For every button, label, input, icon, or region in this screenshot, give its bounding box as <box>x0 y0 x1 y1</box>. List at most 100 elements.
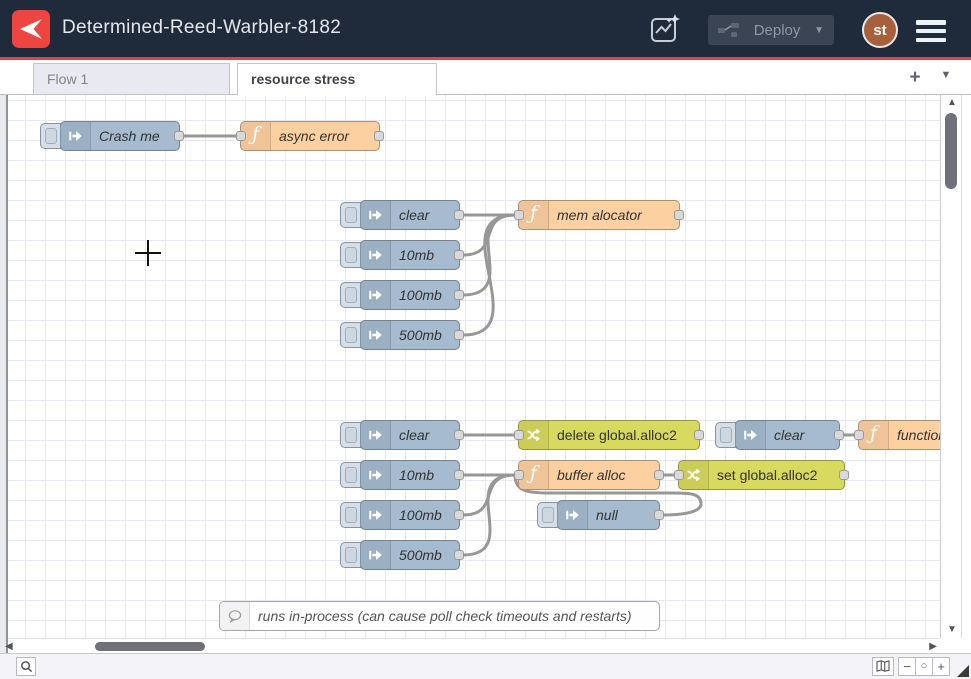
output-port[interactable] <box>454 470 464 480</box>
node-10mb-2[interactable]: 10mb <box>360 460 460 490</box>
palette-edge <box>0 95 8 653</box>
input-port[interactable] <box>514 430 524 440</box>
node-label: async error <box>271 122 357 150</box>
output-port[interactable] <box>454 290 464 300</box>
node-label: Crash me <box>91 122 168 150</box>
inject-icon-region <box>361 201 391 229</box>
output-port[interactable] <box>454 550 464 560</box>
node-function-1[interactable]: ƒfunction <box>858 420 940 450</box>
output-port[interactable] <box>839 470 849 480</box>
input-port[interactable] <box>236 131 246 141</box>
inject-icon-region <box>361 461 391 489</box>
input-port[interactable] <box>514 470 524 480</box>
horizontal-scrollbar[interactable]: ◀ ▶ <box>8 638 940 653</box>
inject-button[interactable] <box>340 322 361 348</box>
flow-assistant-icon[interactable] <box>648 12 684 46</box>
deploy-button[interactable]: Deploy ▼ <box>708 15 834 45</box>
user-avatar[interactable]: st <box>862 12 898 48</box>
scroll-left-icon[interactable]: ◀ <box>5 642 13 652</box>
tab-flow-1[interactable]: Flow 1 <box>33 63 230 95</box>
deploy-caret-icon[interactable]: ▼ <box>814 25 824 36</box>
node-clear-2[interactable]: clear <box>360 420 460 450</box>
output-port[interactable] <box>454 210 464 220</box>
inject-button[interactable] <box>340 422 361 448</box>
scroll-right-icon[interactable]: ▶ <box>929 642 937 652</box>
inject-button[interactable] <box>340 282 361 308</box>
output-port[interactable] <box>654 510 664 520</box>
wires-layer <box>8 95 940 638</box>
search-button[interactable] <box>16 657 36 676</box>
output-port[interactable] <box>374 131 384 141</box>
output-port[interactable] <box>694 430 704 440</box>
horizontal-scroll-thumb[interactable] <box>95 642 205 651</box>
deploy-label: Deploy <box>750 22 804 39</box>
output-port[interactable] <box>174 131 184 141</box>
vertical-scroll-thumb[interactable] <box>945 113 957 189</box>
zoom-out-button[interactable]: − <box>898 657 916 676</box>
output-port[interactable] <box>834 430 844 440</box>
node-label: 10mb <box>391 241 442 269</box>
output-port[interactable] <box>454 250 464 260</box>
node-crash-me[interactable]: Crash me <box>60 121 180 151</box>
node-label: mem alocator <box>549 201 650 229</box>
node-500mb-1[interactable]: 500mb <box>360 320 460 350</box>
output-port[interactable] <box>454 330 464 340</box>
inject-icon-region <box>361 321 391 349</box>
vertical-scrollbar[interactable]: ▲ ▼ <box>940 95 962 638</box>
function-f-icon: ƒ <box>870 424 877 446</box>
node-label: 100mb <box>391 501 450 529</box>
flow-canvas[interactable]: Crash meƒasync errorclear10mb100mb500mbƒ… <box>8 95 940 638</box>
zoom-reset-button[interactable]: ○ <box>915 657 933 676</box>
inject-arrow-icon <box>368 547 384 563</box>
node-label: delete global.alloc2 <box>549 421 685 449</box>
flow-list-caret-icon[interactable]: ▼ <box>936 69 956 87</box>
zoom-in-button[interactable]: + <box>932 657 950 676</box>
add-flow-button[interactable]: + <box>903 66 927 90</box>
inject-icon-region <box>361 421 391 449</box>
output-port[interactable] <box>454 510 464 520</box>
node-label: set global.alloc2 <box>709 461 825 489</box>
node-comment-1[interactable]: runs in-process (can cause poll check ti… <box>219 601 660 631</box>
input-port[interactable] <box>674 470 684 480</box>
header-bar: Determined-Reed-Warbler-8182 Deploy ▼ st <box>0 0 971 60</box>
inject-button[interactable] <box>40 123 61 149</box>
node-null-inject[interactable]: null <box>557 500 660 530</box>
node-async-error[interactable]: ƒasync error <box>240 121 380 151</box>
flow-tab-bar: Flow 1 resource stress + ▼ <box>0 60 971 95</box>
inject-button[interactable] <box>340 542 361 568</box>
scroll-down-icon[interactable]: ▼ <box>947 625 957 635</box>
output-port[interactable] <box>674 210 684 220</box>
node-buffer-alloc[interactable]: ƒbuffer alloc <box>518 460 660 490</box>
node-delete-global-alloc2[interactable]: delete global.alloc2 <box>518 420 700 450</box>
inject-button[interactable] <box>537 502 558 528</box>
inject-button[interactable] <box>340 462 361 488</box>
inject-button[interactable] <box>340 202 361 228</box>
node-label: clear <box>391 421 437 449</box>
input-port[interactable] <box>854 430 864 440</box>
map-icon <box>876 660 890 672</box>
node-10mb-1[interactable]: 10mb <box>360 240 460 270</box>
node-100mb-2[interactable]: 100mb <box>360 500 460 530</box>
inject-button[interactable] <box>715 422 736 448</box>
input-port[interactable] <box>514 210 524 220</box>
node-label: 500mb <box>391 321 450 349</box>
node-set-global-alloc2[interactable]: set global.alloc2 <box>678 460 845 490</box>
node-clear-1[interactable]: clear <box>360 200 460 230</box>
output-port[interactable] <box>654 470 664 480</box>
main-menu-icon[interactable] <box>916 20 946 42</box>
tab-resource-stress[interactable]: resource stress <box>237 63 437 96</box>
inject-arrow-icon <box>368 207 384 223</box>
inject-button[interactable] <box>340 502 361 528</box>
node-100mb-1[interactable]: 100mb <box>360 280 460 310</box>
flowfuse-logo[interactable] <box>12 10 50 48</box>
window-resize-grip[interactable] <box>957 665 969 677</box>
node-label: runs in-process (can cause poll check ti… <box>250 602 640 630</box>
node-500mb-2[interactable]: 500mb <box>360 540 460 570</box>
scroll-up-icon[interactable]: ▲ <box>947 98 957 108</box>
navigator-button[interactable] <box>872 657 894 676</box>
node-clear-3[interactable]: clear <box>735 420 840 450</box>
search-icon <box>20 660 33 673</box>
inject-button[interactable] <box>340 242 361 268</box>
output-port[interactable] <box>454 430 464 440</box>
node-mem-alocator[interactable]: ƒmem alocator <box>518 200 680 230</box>
